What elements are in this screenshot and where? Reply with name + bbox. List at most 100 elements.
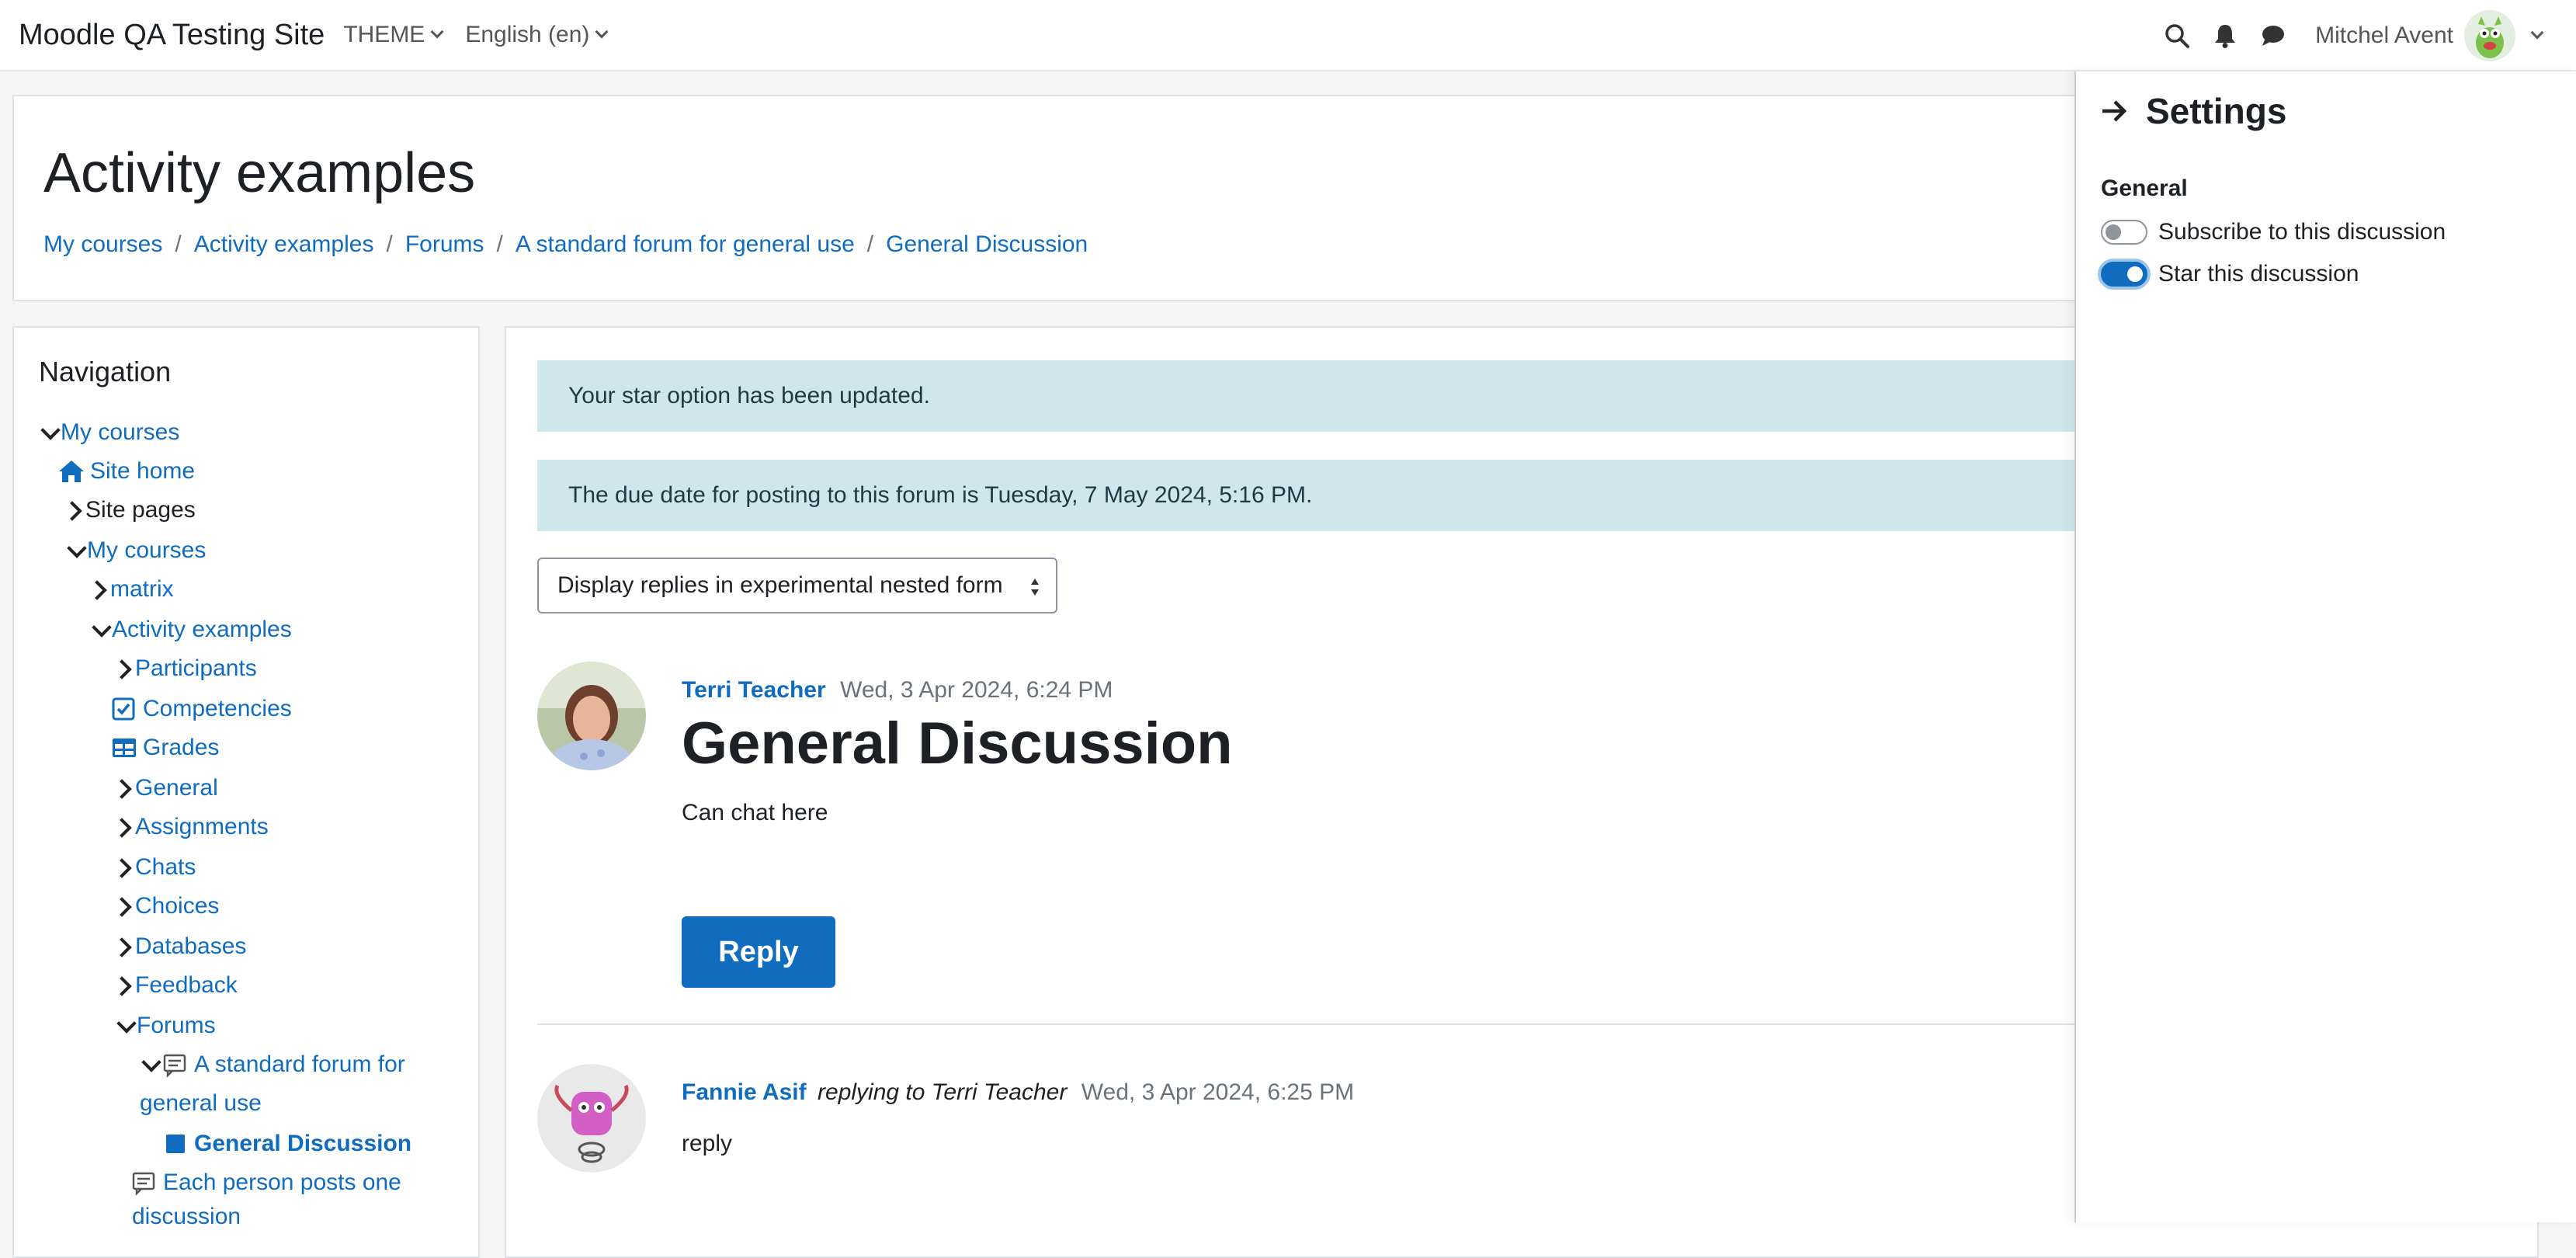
nav-item-label: Site pages — [85, 497, 196, 523]
toggle-knob — [2106, 224, 2121, 240]
chevron-right-icon[interactable] — [89, 579, 110, 600]
nav-item-activity-examples[interactable]: Activity examples — [90, 617, 292, 643]
reply-button[interactable]: Reply — [682, 916, 835, 988]
chevron-right-icon[interactable] — [64, 499, 85, 521]
nav-item-site-pages[interactable]: Site pages — [64, 497, 196, 523]
chevron-down-icon[interactable] — [140, 1054, 161, 1076]
star-toggle-label: Star this discussion — [2158, 261, 2359, 287]
chevron-right-icon[interactable] — [113, 975, 135, 996]
nav-item-label: Activity examples — [112, 617, 292, 642]
breadcrumb-my-courses[interactable]: My courses — [43, 231, 162, 258]
nav-item-competencies[interactable]: Competencies — [110, 696, 292, 722]
chat-bubble-icon — [2262, 26, 2285, 46]
nav-item-label: Chats — [135, 854, 196, 880]
user-name[interactable]: Mitchel Avent — [2315, 23, 2453, 49]
alert-text: The due date for posting to this forum i… — [568, 482, 1313, 508]
nav-item-assignments[interactable]: Assignments — [113, 814, 269, 840]
nav-item-my-courses[interactable]: My courses — [65, 537, 206, 564]
chevron-right-icon[interactable] — [113, 936, 135, 957]
square-bullet-icon — [166, 1135, 185, 1153]
breadcrumb-general-discussion[interactable]: General Discussion — [886, 231, 1088, 258]
breadcrumb-forums[interactable]: Forums — [405, 231, 484, 258]
post-date: Wed, 3 Apr 2024, 6:25 PM — [1081, 1079, 1355, 1105]
post-author[interactable]: Fannie Asif — [682, 1079, 807, 1105]
nav-item-label: matrix — [110, 576, 174, 602]
nav-item-forums[interactable]: Forums — [115, 1013, 216, 1039]
breadcrumb-separator: / — [866, 231, 874, 257]
nav-item-general[interactable]: General — [113, 775, 218, 801]
chevron-down-icon[interactable] — [2530, 26, 2544, 40]
post-author[interactable]: Terri Teacher — [682, 677, 826, 703]
nav-item-label: Grades — [143, 735, 220, 760]
site-name[interactable]: Moodle QA Testing Site — [19, 19, 325, 52]
post-header: Fannie Asif replying to Terri Teacher We… — [682, 1079, 1354, 1106]
nav-item-databases[interactable]: Databases — [113, 933, 246, 960]
subscribe-toggle[interactable] — [2101, 220, 2147, 245]
author-avatar[interactable] — [537, 1064, 646, 1173]
nav-item-standard-forum-line2[interactable]: general use — [140, 1090, 262, 1117]
nav-item-each-person-posts-line2[interactable]: discussion — [132, 1204, 241, 1230]
arrow-right-icon[interactable] — [2099, 96, 2129, 126]
forum-icon — [132, 1172, 155, 1195]
search-button[interactable] — [2155, 14, 2199, 57]
bell-icon — [2215, 25, 2236, 48]
drawer-header: Settings — [2099, 90, 2286, 132]
chevron-right-icon[interactable] — [113, 816, 135, 838]
nav-item-grades[interactable]: Grades — [110, 735, 219, 761]
nav-item-label: Competencies — [143, 696, 292, 721]
nav-item-matrix[interactable]: matrix — [89, 576, 174, 603]
nav-item-label: Feedback — [135, 972, 238, 998]
chevron-down-icon[interactable] — [90, 619, 112, 641]
display-mode-select[interactable]: Display replies in experimental nested f… — [537, 558, 1057, 613]
chevron-right-icon[interactable] — [113, 857, 135, 878]
notifications-button[interactable] — [2203, 14, 2247, 57]
nav-item-my-courses-root[interactable]: My courses — [39, 419, 179, 446]
chevron-right-icon[interactable] — [113, 658, 135, 679]
navbar-right: Mitchel Avent — [2155, 0, 2576, 71]
drawer-title: Settings — [2146, 91, 2287, 131]
nav-item-label: discussion — [132, 1204, 241, 1229]
subscribe-toggle-row[interactable]: Subscribe to this discussion — [2101, 219, 2446, 245]
chevron-down-icon[interactable] — [115, 1015, 137, 1037]
author-avatar[interactable] — [537, 662, 646, 770]
breadcrumb: My courses / Activity examples / Forums … — [43, 231, 1088, 258]
sort-arrows-icon — [1031, 579, 1039, 596]
language-menu[interactable]: English (en) — [465, 22, 609, 48]
breadcrumb-standard-forum[interactable]: A standard forum for general use — [516, 231, 855, 258]
chevron-down-icon[interactable] — [65, 540, 87, 561]
chevron-down-icon — [430, 25, 444, 39]
nav-item-chats[interactable]: Chats — [113, 854, 196, 881]
chevron-down-icon[interactable] — [39, 422, 61, 443]
nav-item-feedback[interactable]: Feedback — [113, 972, 238, 999]
nav-item-choices[interactable]: Choices — [113, 893, 219, 919]
breadcrumb-activity-examples[interactable]: Activity examples — [194, 231, 374, 258]
chevron-down-icon — [595, 25, 609, 39]
nav-item-participants[interactable]: Participants — [113, 655, 257, 682]
user-avatar[interactable] — [2464, 10, 2515, 61]
nav-item-site-home[interactable]: Site home — [57, 458, 195, 485]
toggle-knob — [2127, 266, 2143, 282]
nav-item-label: Choices — [135, 893, 220, 919]
chevron-right-icon[interactable] — [113, 895, 135, 917]
monster-avatar-icon — [2464, 10, 2515, 61]
nav-item-general-discussion[interactable]: General Discussion — [161, 1131, 411, 1157]
display-mode-value: Display replies in experimental nested f… — [557, 572, 1003, 598]
breadcrumb-separator: / — [175, 231, 182, 257]
breadcrumb-separator: / — [496, 231, 503, 257]
star-toggle-row[interactable]: Star this discussion — [2101, 261, 2359, 287]
nav-item-each-person-posts[interactable]: Each person posts one — [130, 1169, 401, 1196]
star-toggle[interactable] — [2101, 262, 2147, 287]
nav-item-label: general use — [140, 1090, 262, 1116]
forum-icon — [163, 1054, 186, 1077]
chevron-right-icon[interactable] — [113, 777, 135, 799]
theme-menu[interactable]: THEME — [343, 22, 444, 48]
nav-item-standard-forum[interactable]: A standard forum for — [140, 1051, 405, 1078]
nav-item-label: Assignments — [135, 814, 269, 839]
settings-drawer: Settings General Subscribe to this discu… — [2074, 71, 2576, 1222]
top-navbar: Moodle QA Testing Site THEME English (en… — [0, 0, 2576, 71]
nav-item-label: Each person posts one — [163, 1169, 401, 1195]
alert-text: Your star option has been updated. — [568, 383, 930, 408]
nav-item-label: Forums — [137, 1013, 216, 1038]
messages-button[interactable] — [2251, 14, 2295, 57]
nav-item-label: My courses — [61, 419, 180, 445]
